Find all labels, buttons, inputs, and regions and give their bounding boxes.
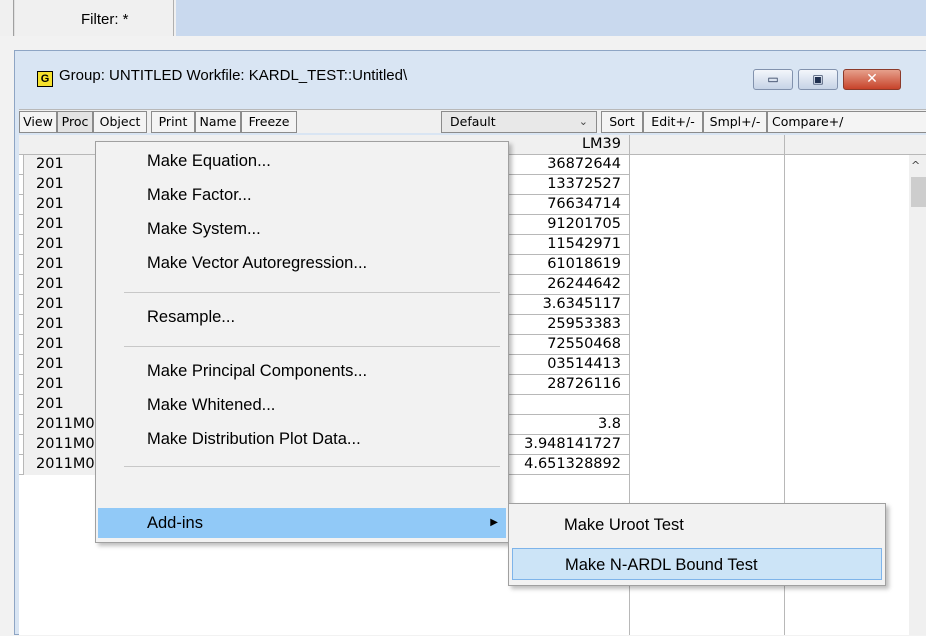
row-label[interactable]: 201 [23, 195, 99, 215]
row-label[interactable]: 201 [23, 335, 99, 355]
row-label[interactable]: 2011M03 [23, 435, 99, 455]
menu-item-resample[interactable]: Resample... [98, 302, 506, 332]
row-label[interactable]: 201 [23, 155, 99, 175]
menu-item-make-distribution-plot-data[interactable]: Make Distribution Plot Data... [98, 424, 506, 454]
object-button[interactable]: Object [93, 111, 147, 133]
row-label[interactable]: 201 [23, 235, 99, 255]
submenu-arrow-icon: ▶ [490, 517, 498, 528]
row-label[interactable]: 201 [23, 355, 99, 375]
display-format-dropdown[interactable]: Default ⌄ [441, 111, 597, 133]
window-title: Group: UNTITLED Workfile: KARDL_TEST::Un… [59, 67, 408, 84]
row-label[interactable]: 201 [23, 175, 99, 195]
minimize-button[interactable]: ▭ [753, 69, 793, 90]
print-button[interactable]: Print [151, 111, 195, 133]
filter-tab[interactable]: Filter: * [14, 0, 174, 36]
chevron-down-icon: ⌄ [578, 115, 588, 128]
close-button[interactable]: ✕ [843, 69, 901, 90]
row-label[interactable]: 201 [23, 315, 99, 335]
close-icon: ✕ [866, 71, 878, 87]
compare-button[interactable]: Compare+/ [767, 111, 926, 133]
menu-item-make-system[interactable]: Make System... [98, 214, 506, 244]
scroll-up-icon[interactable]: ^ [911, 159, 920, 172]
menu-separator [124, 466, 500, 467]
row-label[interactable]: 201 [23, 255, 99, 275]
dropdown-value: Default [450, 114, 496, 129]
name-button[interactable]: Name [195, 111, 241, 133]
workspace-background [176, 0, 926, 36]
row-label[interactable]: 201 [23, 295, 99, 315]
group-icon: G [37, 71, 53, 87]
freeze-button[interactable]: Freeze [241, 111, 297, 133]
menu-separator [124, 346, 500, 347]
scroll-thumb[interactable] [911, 177, 926, 207]
menu-item-add-ins-label: Add-ins [147, 514, 203, 532]
menu-separator [124, 292, 500, 293]
sort-button[interactable]: Sort [601, 111, 643, 133]
row-label[interactable]: 2011M04 [23, 455, 99, 475]
row-label[interactable]: 201 [23, 375, 99, 395]
smpl-toggle-button[interactable]: Smpl+/- [703, 111, 767, 133]
minimize-icon: ▭ [767, 72, 779, 86]
menu-item-make-factor[interactable]: Make Factor... [98, 180, 506, 210]
view-button[interactable]: View [19, 111, 57, 133]
row-label[interactable]: 201 [23, 215, 99, 235]
menu-item-make-equation[interactable]: Make Equation... [98, 146, 506, 176]
submenu-item-make-nardl-bound-test[interactable]: Make N-ARDL Bound Test [512, 548, 882, 580]
toolbar: View Proc Object Print Name Freeze Defau… [19, 109, 926, 133]
submenu-item-make-uroot-test[interactable]: Make Uroot Test [512, 509, 882, 541]
menu-item-make-var[interactable]: Make Vector Autoregression... [98, 248, 506, 278]
add-ins-submenu: Make Uroot Test Make N-ARDL Bound Test [508, 503, 886, 586]
proc-context-menu: Make Equation... Make Factor... Make Sys… [95, 141, 509, 543]
vertical-scrollbar[interactable] [909, 155, 926, 635]
menu-item-make-whitened[interactable]: Make Whitened... [98, 390, 506, 420]
menu-item-add-ins[interactable]: Add-ins ▶ [98, 508, 506, 538]
edit-toggle-button[interactable]: Edit+/- [643, 111, 703, 133]
proc-button[interactable]: Proc [57, 111, 93, 133]
row-label[interactable]: 201 [23, 275, 99, 295]
menu-item-make-principal-components[interactable]: Make Principal Components... [98, 356, 506, 386]
maximize-icon: ▣ [812, 72, 824, 86]
row-label[interactable]: 201 [23, 395, 99, 415]
filter-tab-label: Filter: * [81, 11, 129, 28]
maximize-button[interactable]: ▣ [798, 69, 838, 90]
row-label[interactable]: 2011M02 [23, 415, 99, 435]
